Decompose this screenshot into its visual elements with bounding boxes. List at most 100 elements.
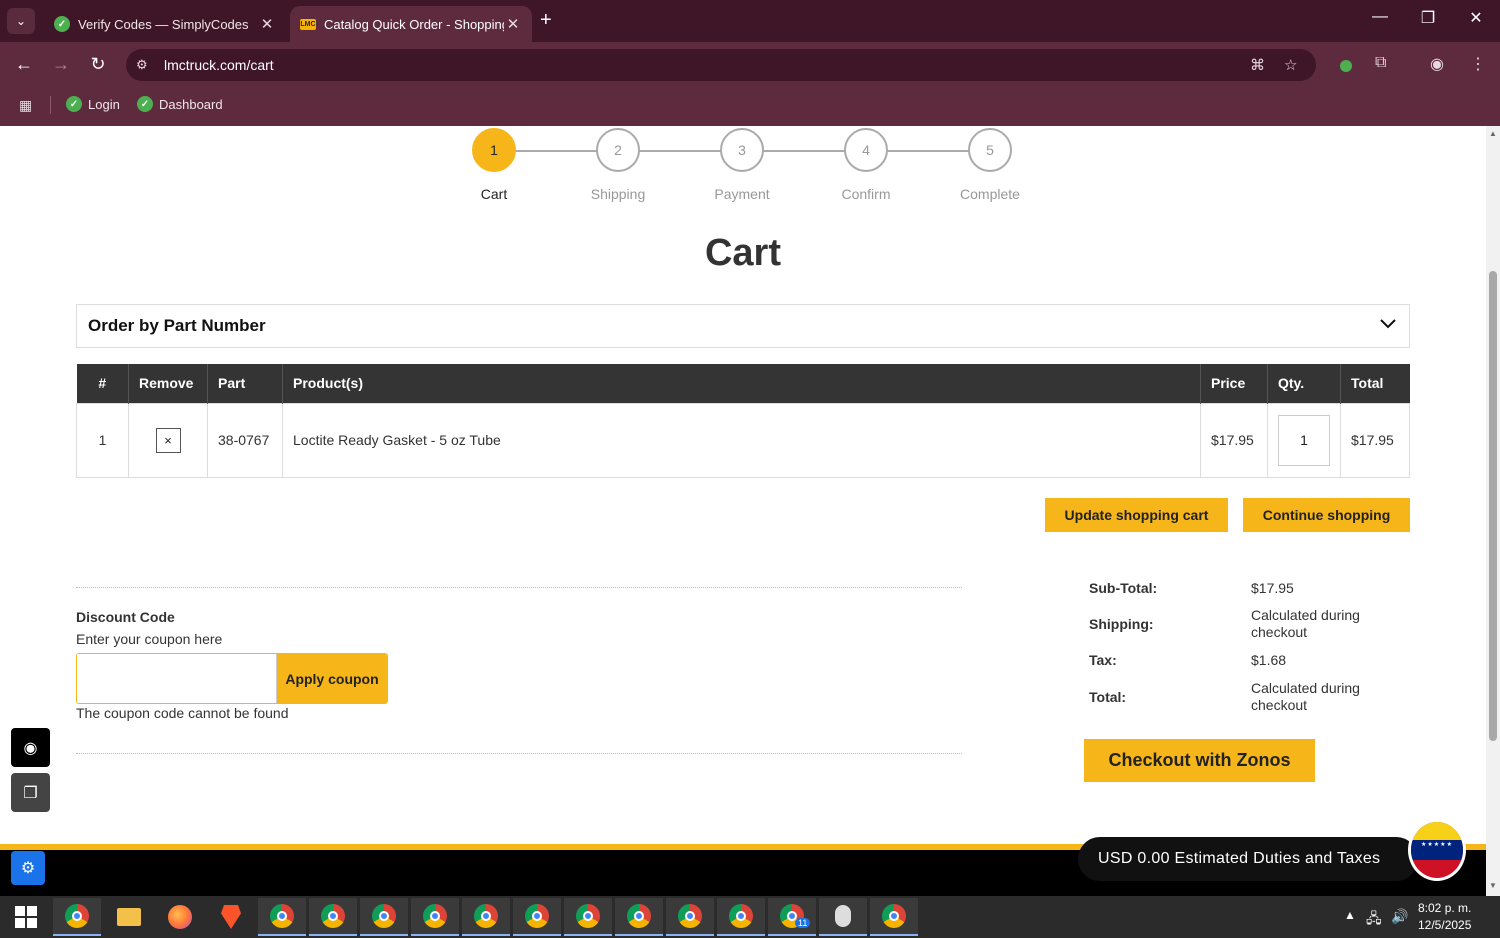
close-window-icon[interactable]: ✕ <box>1461 8 1491 28</box>
unit-price: $17.95 <box>1200 402 1268 478</box>
remove-item-checkbox[interactable]: × <box>155 427 181 453</box>
new-tab-button[interactable]: + <box>540 9 552 32</box>
apply-coupon-button[interactable]: Apply coupon <box>277 654 387 703</box>
browser-tab-strip: ⌄ ✓ Verify Codes — SimplyCodes ✕ LMC Cat… <box>0 0 1500 42</box>
taskbar-firefox[interactable] <box>156 898 204 936</box>
country-flag-icon[interactable]: ★★★★★ <box>1408 819 1466 881</box>
close-tab-icon[interactable]: ✕ <box>504 15 522 33</box>
scroll-down-icon[interactable]: ▼ <box>1489 881 1497 890</box>
menu-icon[interactable]: ⋮ <box>1470 54 1486 74</box>
scroll-up-icon[interactable]: ▲ <box>1489 129 1497 138</box>
subtotal-value: $17.95 <box>1251 580 1294 596</box>
reload-icon[interactable]: ↻ <box>86 54 110 75</box>
step-number: 4 <box>844 128 888 172</box>
col-header-product: Product(s) <box>282 364 1201 403</box>
tray-overflow-icon[interactable]: ▲ <box>1344 908 1356 922</box>
tab-title: Verify Codes — SimplyCodes <box>78 16 249 32</box>
shipping-label: Shipping: <box>1089 616 1154 632</box>
duties-taxes-banner[interactable]: USD 0.00 Estimated Duties and Taxes <box>1078 837 1418 881</box>
chrome-icon <box>882 904 906 928</box>
minimize-icon[interactable]: — <box>1365 8 1395 26</box>
part-number: 38-0767 <box>207 402 283 478</box>
windows-logo-icon <box>15 906 37 928</box>
taskbar-app-badged[interactable]: 11 <box>768 898 816 936</box>
total-label: Total: <box>1089 689 1127 705</box>
scroll-thumb[interactable] <box>1489 271 1497 741</box>
eye-icon[interactable]: ◉ <box>11 728 50 767</box>
coupon-error-message: The coupon code cannot be found <box>76 705 289 721</box>
network-icon[interactable]: 🖧 <box>1366 908 1382 932</box>
taskbar-chrome[interactable] <box>53 898 101 936</box>
taskbar-chrome[interactable] <box>564 898 612 936</box>
subtotal-label: Sub-Total: <box>1089 580 1158 596</box>
update-cart-button[interactable]: Update shopping cart <box>1045 498 1228 532</box>
chrome-icon <box>729 904 753 928</box>
taskbar-brave[interactable] <box>207 898 255 936</box>
qty-cell <box>1267 402 1341 478</box>
close-tab-icon[interactable]: ✕ <box>258 15 276 33</box>
quantity-input[interactable] <box>1278 414 1330 466</box>
simplycodes-icon: ✓ <box>66 96 82 112</box>
taskbar-chrome[interactable] <box>717 898 765 936</box>
page-title: Cart <box>704 232 782 274</box>
extension-icon[interactable] <box>1340 60 1352 72</box>
coupon-form: Apply coupon <box>76 653 388 704</box>
cart-table: # Remove Part Product(s) Price Qty. Tota… <box>76 364 1410 478</box>
forward-icon[interactable]: → <box>49 54 73 75</box>
bookmark-dashboard[interactable]: ✓ Dashboard <box>137 96 223 112</box>
step-number: 3 <box>720 128 764 172</box>
line-total: $17.95 <box>1340 402 1410 478</box>
translate-icon[interactable]: ⌘ <box>1250 56 1265 74</box>
volume-icon[interactable]: 🔊 <box>1391 908 1408 925</box>
col-header-part: Part <box>207 364 283 403</box>
step-complete: 5 Complete <box>940 128 1040 202</box>
col-header-price: Price <box>1200 364 1268 403</box>
checkout-button[interactable]: Checkout with Zonos <box>1084 739 1315 782</box>
tab-title: Catalog Quick Order - Shopping <box>324 16 504 32</box>
url-text[interactable]: lmctruck.com/cart <box>164 57 274 73</box>
order-by-part-accordion[interactable]: Order by Part Number <box>76 304 1410 348</box>
bookmark-star-icon[interactable]: ☆ <box>1284 56 1297 74</box>
step-label: Complete <box>960 186 1020 202</box>
tab-lmc-cart[interactable]: LMC Catalog Quick Order - Shopping ✕ <box>290 6 532 42</box>
profile-icon[interactable]: ◉ <box>1430 54 1444 74</box>
back-icon[interactable]: ← <box>12 54 36 75</box>
coupon-input[interactable] <box>77 654 277 703</box>
bookmark-label: Dashboard <box>159 96 223 112</box>
taskbar-chrome[interactable] <box>309 898 357 936</box>
settings-gear-icon[interactable]: ⚙ <box>11 851 45 885</box>
site-info-icon[interactable]: ⚙ <box>136 57 148 73</box>
taskbar-chrome[interactable] <box>411 898 459 936</box>
taskbar-chrome[interactable] <box>462 898 510 936</box>
page-scrollbar[interactable]: ▲ ▼ <box>1486 126 1500 896</box>
taskbar-chrome[interactable] <box>360 898 408 936</box>
firefox-icon <box>168 905 192 929</box>
taskbar-mouse-app[interactable] <box>819 898 867 936</box>
copy-icon[interactable]: ❐ <box>11 773 50 812</box>
system-clock[interactable]: 8:02 p. m. 12/5/2025 <box>1418 900 1471 934</box>
taskbar-chrome[interactable] <box>870 898 918 936</box>
taskbar-file-explorer[interactable] <box>105 898 153 936</box>
remove-cell: × <box>128 402 208 478</box>
bookmark-login[interactable]: ✓ Login <box>66 96 120 112</box>
simplycodes-icon: ✓ <box>137 96 153 112</box>
tab-simplycodes[interactable]: ✓ Verify Codes — SimplyCodes ✕ <box>44 6 286 42</box>
taskbar-chrome[interactable] <box>258 898 306 936</box>
taskbar-chrome[interactable] <box>615 898 663 936</box>
product-name[interactable]: Loctite Ready Gasket - 5 oz Tube <box>282 402 1201 478</box>
taskbar-chrome[interactable] <box>666 898 714 936</box>
checkout-progress: 1 Cart 2 Shipping 3 Payment 4 Confirm 5 … <box>470 128 1030 208</box>
extensions-icon[interactable]: ⧉ <box>1375 54 1386 72</box>
apps-grid-icon[interactable]: ▦ <box>19 97 32 114</box>
taskbar-chrome[interactable] <box>513 898 561 936</box>
chrome-icon <box>423 904 447 928</box>
address-bar[interactable]: ⚙ lmctruck.com/cart ⌘ ☆ <box>126 49 1316 81</box>
continue-shopping-button[interactable]: Continue shopping <box>1243 498 1410 532</box>
restore-icon[interactable]: ❐ <box>1413 8 1443 28</box>
tab-search-button[interactable]: ⌄ <box>7 8 35 34</box>
start-button[interactable] <box>2 898 50 936</box>
step-label: Payment <box>714 186 770 202</box>
chevron-down-icon[interactable] <box>1379 315 1397 333</box>
step-cart: 1 Cart <box>444 128 544 202</box>
tax-label: Tax: <box>1089 652 1117 668</box>
